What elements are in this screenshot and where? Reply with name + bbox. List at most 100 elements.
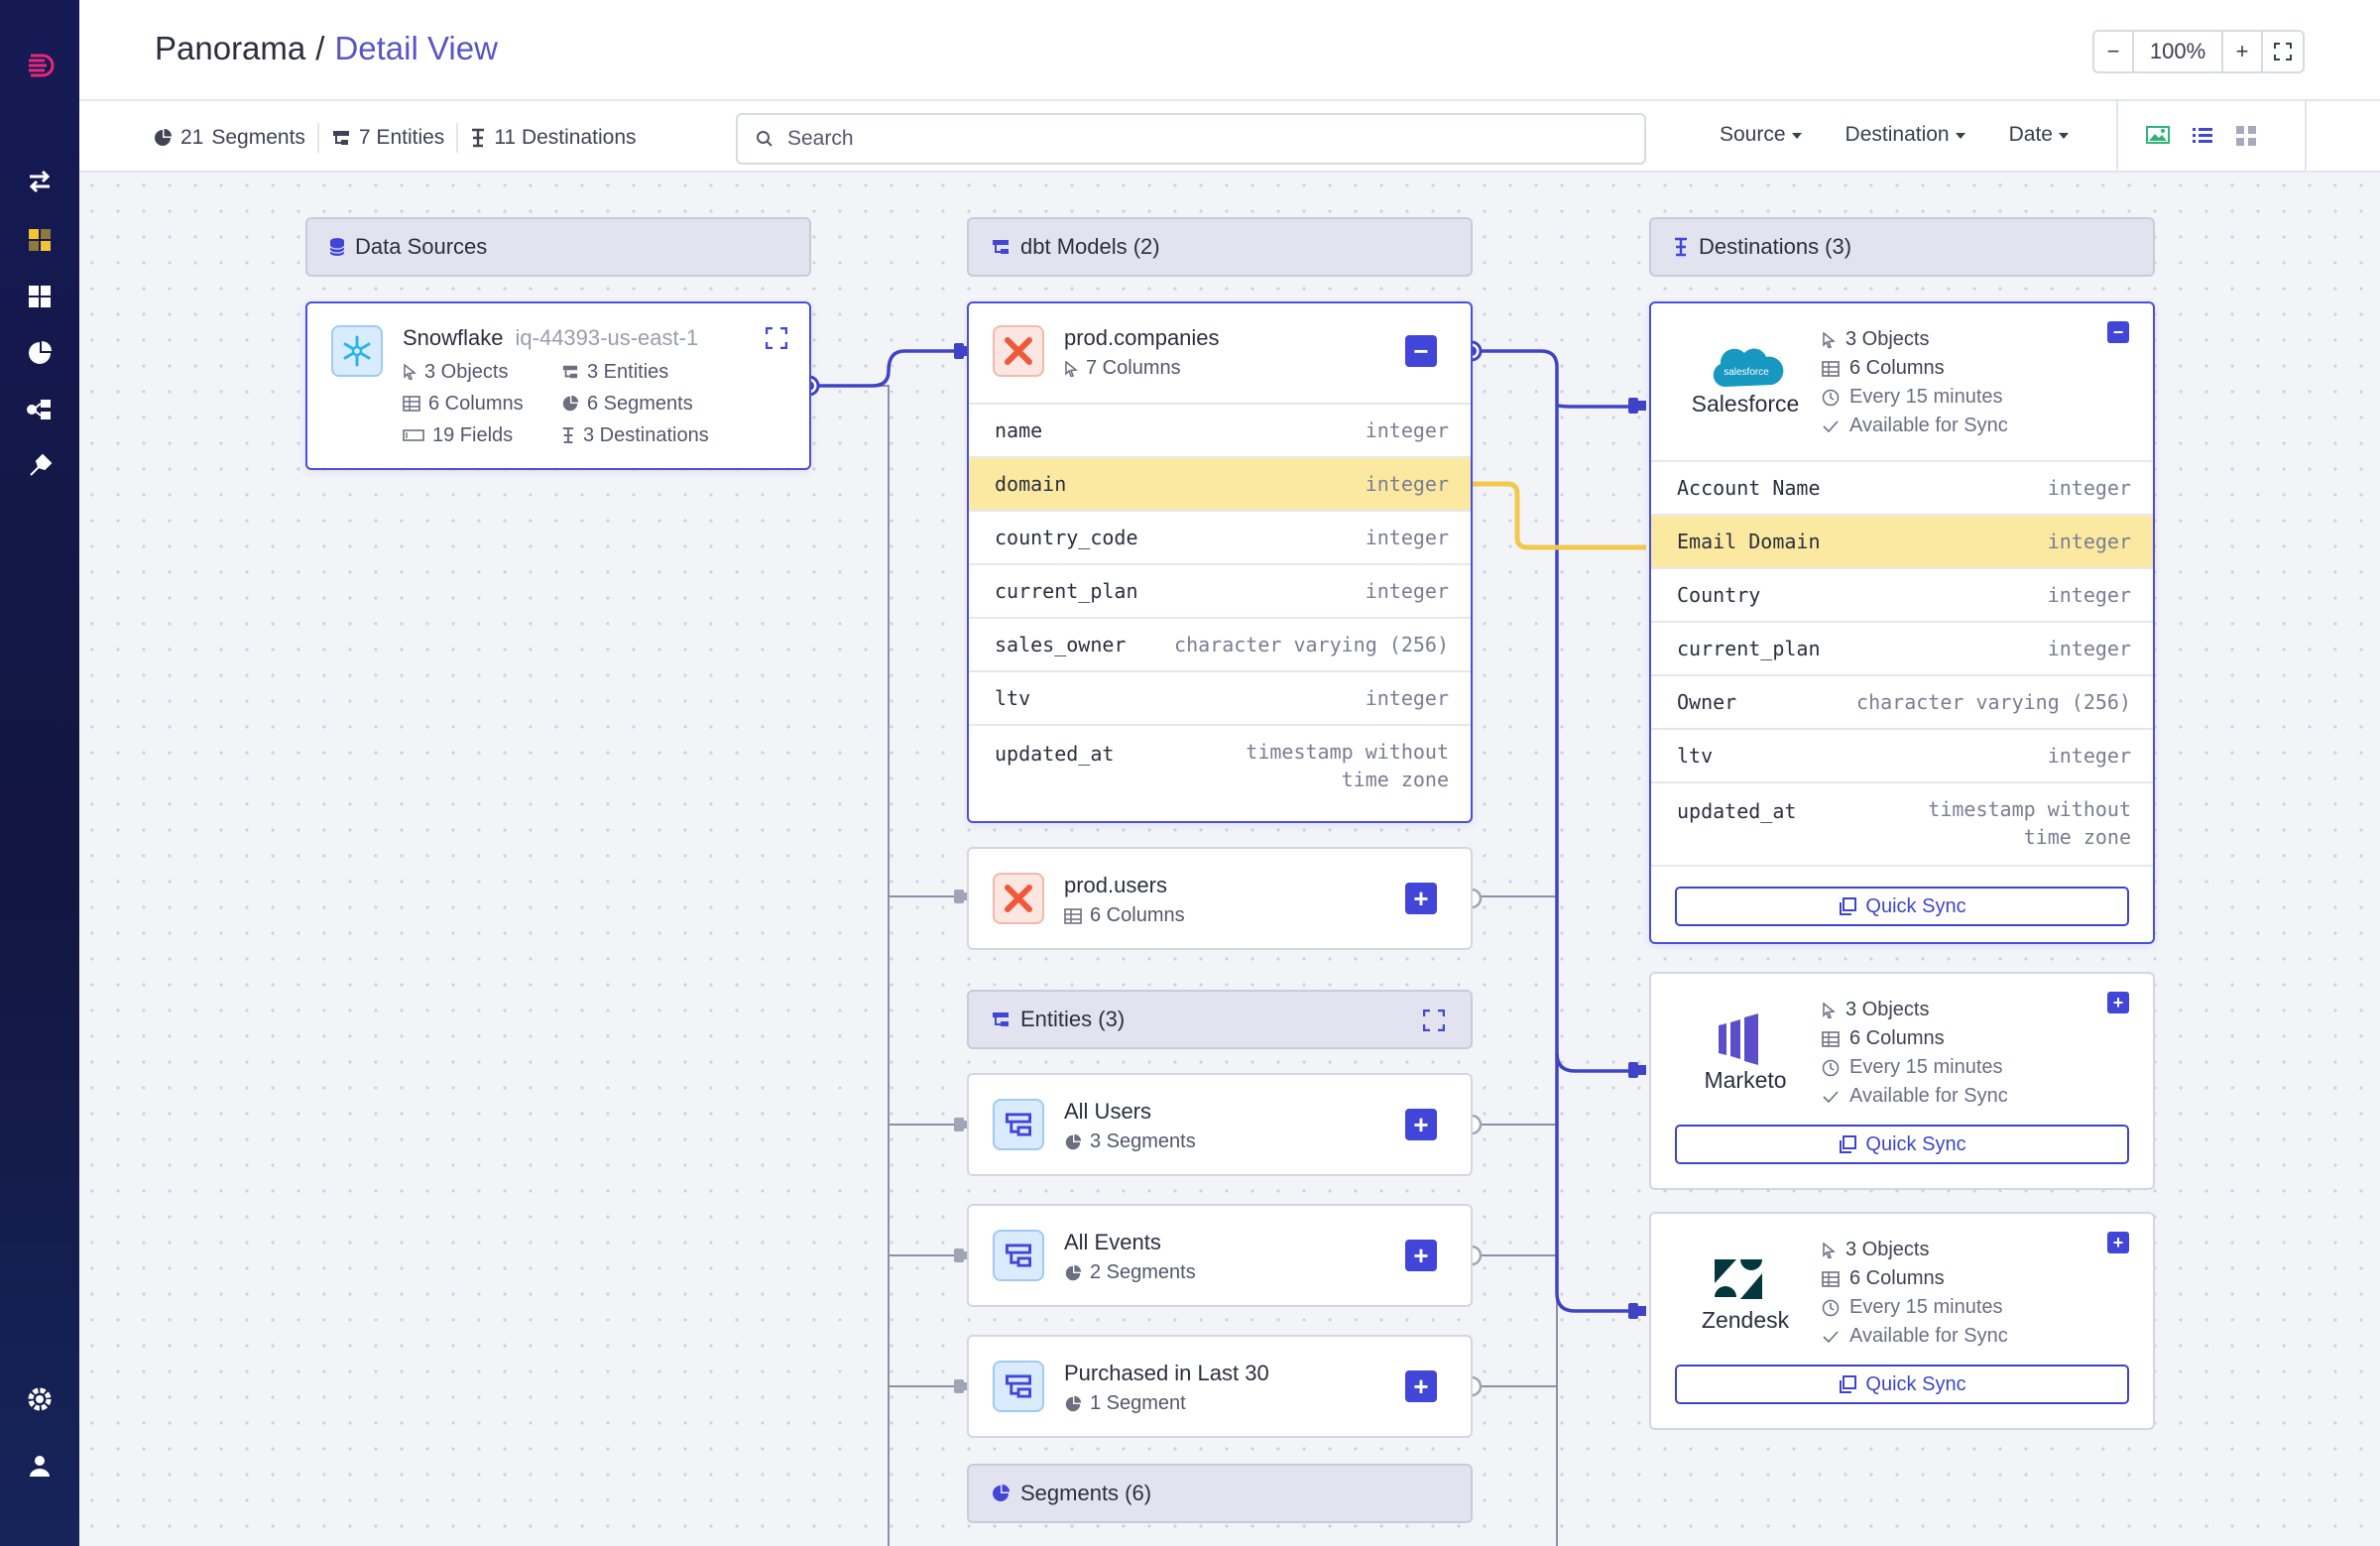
destinations-count: 11 Destinations [470,123,648,153]
destinations-icon[interactable] [22,392,58,427]
field-row[interactable]: updated_at timestamp without time zone [1651,781,2153,865]
columns-stat: 6 Columns [1822,1024,2008,1053]
field-icon [403,429,424,441]
models-icon[interactable] [22,222,58,258]
collapse-button[interactable]: − [2107,321,2129,343]
search-input[interactable]: Search [736,113,1646,165]
objects-stat: 3 Objects [403,357,561,387]
model-card-prod-companies[interactable]: prod.companies 7 Columns − name integer d… [967,301,1473,823]
field-row[interactable]: current_plan integer [1651,621,2153,674]
image-view-icon[interactable] [2146,125,2170,145]
quick-sync-button[interactable]: Quick Sync [1675,1125,2129,1164]
lineage-canvas[interactable]: Data Sources dbt Models (2) Destinations… [79,173,2380,1546]
sync-status: Available for Sync [1822,1082,2008,1111]
column-row[interactable]: ltv integer [969,670,1471,724]
chevron-down-icon [1955,133,1965,139]
dbt-logo-icon [993,325,1044,377]
model-card-prod-users[interactable]: prod.users 6 Columns + [967,847,1473,950]
cursor-icon [404,364,416,380]
filter-destination[interactable]: Destination [1845,123,1965,147]
expand-icon[interactable] [1423,1010,1445,1031]
dashboard-icon[interactable] [22,279,58,314]
destination-card-zendesk[interactable]: Zendesk 3 Objects 6 Columns Every 15 min… [1649,1212,2155,1430]
extensions-icon[interactable] [22,448,58,484]
cursor-icon [1823,1002,1836,1018]
pie-icon [1065,1264,1082,1280]
expand-button[interactable]: + [2107,1232,2129,1253]
column-row-highlighted[interactable]: domain integer [969,456,1471,510]
user-icon[interactable] [22,1448,58,1484]
cursor-icon [1065,360,1078,377]
expand-icon[interactable] [766,327,787,349]
source-stats: 3 Objects 3 Entities 6 Columns 6 Segment… [403,357,740,450]
entity-icon [993,1012,1009,1026]
chevron-down-icon [1791,133,1802,139]
field-row[interactable]: ltv integer [1651,728,2153,781]
expand-button[interactable]: + [1405,1370,1437,1402]
column-row[interactable]: sales_owner character varying (256) [969,617,1471,670]
view-switcher [2146,125,2257,147]
zoom-out-button[interactable]: − [2094,32,2134,71]
entities-count-label: 7 Entities [358,126,445,149]
breadcrumb-root[interactable]: Panorama [155,30,305,66]
destination-card-salesforce[interactable]: salesforce Salesforce 3 Objects 6 Column… [1649,301,2155,944]
destinations-stat: 3 Destinations [561,420,740,450]
pie-icon [562,395,579,412]
header: Panorama / Detail View − 100% + [79,0,2380,101]
destination-name: Salesforce [1691,391,1800,416]
field-row[interactable]: Account Name integer [1651,460,2153,514]
pie-icon [1065,1133,1082,1149]
sync-arrows-icon[interactable] [22,164,58,199]
expand-button[interactable]: + [1405,1240,1437,1271]
filter-source[interactable]: Source [1720,123,1802,147]
filter-date[interactable]: Date [2009,123,2069,147]
expand-button[interactable]: + [1405,1109,1437,1140]
expand-button[interactable]: + [1405,883,1437,914]
zoom-in-button[interactable]: + [2223,32,2263,71]
destination-icon [472,128,485,148]
divider [1651,865,2153,867]
destination-card-marketo[interactable]: Marketo 3 Objects 6 Columns Every 15 min… [1649,972,2155,1190]
expand-button[interactable]: + [2107,992,2129,1013]
column-row[interactable]: updated_at timestamp without time zone [969,724,1471,807]
schedule-stat: Every 15 minutes [1822,1293,2008,1322]
model-columns: 7 Columns [1064,357,1181,380]
column-row[interactable]: current_plan integer [969,563,1471,617]
collapse-button[interactable]: − [1405,335,1437,367]
quick-sync-label: Quick Sync [1865,1132,1966,1155]
destination-name: Marketo [1704,1067,1787,1093]
column-row[interactable]: name integer [969,403,1471,456]
column-row[interactable]: country_code integer [969,510,1471,563]
entities-stat: 3 Entities [561,357,740,387]
segments-count-label: Segments [211,126,305,149]
entity-card-all-events[interactable]: All Events 2 Segments + [967,1204,1473,1307]
check-icon [1823,1330,1839,1343]
grid-view-icon[interactable] [2235,125,2257,147]
destination-name: Zendesk [1701,1307,1790,1333]
entity-tile-icon [993,1230,1044,1281]
toolbar-divider [2305,101,2307,173]
quick-sync-button[interactable]: Quick Sync [1675,887,2129,926]
field-row[interactable]: Owner character varying (256) [1651,674,2153,728]
settings-icon[interactable] [22,1381,58,1417]
list-view-icon[interactable] [2192,125,2213,145]
source-card-snowflake[interactable]: Snowflake iq-44393-us-east-1 3 Objects 3 … [305,301,811,470]
model-name: prod.companies [1064,325,1220,350]
entity-card-all-users[interactable]: All Users 3 Segments + [967,1073,1473,1176]
brand-logo-icon[interactable] [22,48,58,83]
pie-icon [1065,1395,1082,1411]
copy-icon [1840,1375,1857,1393]
columns-stat: 6 Columns [1822,1264,2008,1293]
fullscreen-button[interactable] [2263,32,2303,71]
field-row-highlighted[interactable]: Email Domain integer [1651,514,2153,567]
objects-stat: 3 Objects [1822,325,2008,354]
segments-pie-icon[interactable] [22,335,58,371]
entity-name: All Events [1064,1230,1161,1254]
zendesk-logo-icon [1713,1257,1764,1301]
section-data-sources: Data Sources [305,217,811,277]
field-row[interactable]: Country integer [1651,567,2153,621]
entity-card-purchased-last-30[interactable]: Purchased in Last 30 1 Segment + [967,1335,1473,1438]
section-dbt-models: dbt Models (2) [967,217,1473,277]
quick-sync-button[interactable]: Quick Sync [1675,1365,2129,1404]
filter-date-label: Date [2008,123,2053,146]
